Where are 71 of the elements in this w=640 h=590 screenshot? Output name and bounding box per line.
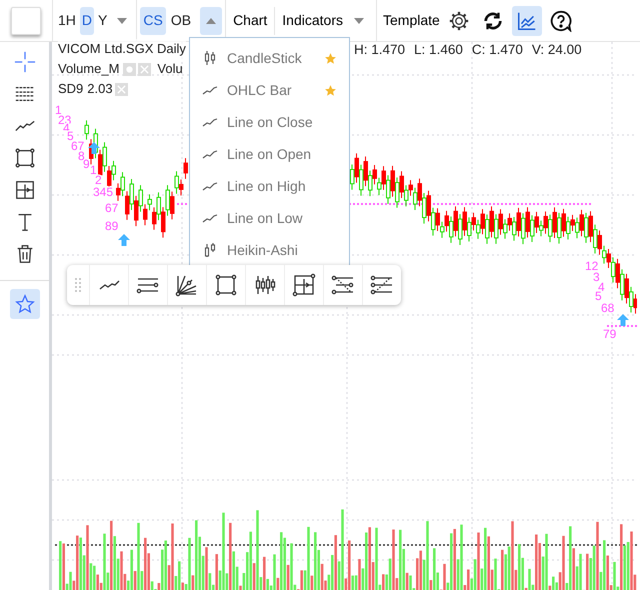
sequence-label: 89 [105, 219, 118, 233]
ohlc-value: C: 1.470 [472, 41, 523, 59]
caret-icon [354, 18, 364, 24]
sequence-label: 2 [95, 173, 102, 187]
interval-tab[interactable]: Y [96, 6, 110, 34]
refresh-icon [482, 10, 504, 32]
candles-icon [202, 50, 218, 66]
chart-type-menu-item[interactable]: Line on Open [190, 138, 349, 170]
menu-item-label: Line on Close [227, 112, 314, 132]
candles-icon [202, 242, 218, 258]
chart-type-menu-item[interactable]: OHLC Bar [190, 74, 349, 106]
indicators-button[interactable]: Indicators [282, 6, 343, 34]
buy-arrow-icon [118, 234, 130, 246]
mode-tab[interactable]: CS [140, 6, 166, 34]
sequence-label: 5 [67, 129, 74, 143]
sequence-label: 79 [603, 327, 616, 341]
buy-arrow-icon [617, 314, 629, 326]
rectangle-icon [14, 147, 36, 169]
favorites-button[interactable] [10, 289, 40, 319]
ohlc-value: H: 1.470 [354, 41, 406, 59]
sequence-label: 68 [601, 301, 614, 315]
fibonacci-icon [331, 273, 355, 297]
close-icon [140, 64, 150, 74]
sequence-label: 3 [593, 270, 600, 284]
ohlc-value: L: 1.460 [414, 41, 463, 59]
drag-handle-icon[interactable] [75, 278, 81, 292]
indicator-name: Volume_M [58, 60, 120, 78]
chart-type-menu-item[interactable]: Line on Low [190, 202, 349, 234]
crosshair-icon [14, 51, 36, 73]
menu-item-label: OHLC Bar [227, 80, 293, 100]
chart-type-menu-item[interactable]: Line on Close [190, 106, 349, 138]
indicator-name: Volu [157, 60, 183, 78]
fan-lines-icon [175, 273, 199, 297]
candles-icon [253, 273, 277, 297]
ohlc-value: V: 24.00 [532, 41, 582, 59]
chart-type-dropdown-button[interactable] [200, 6, 222, 34]
menu-item-label: Line on Low [227, 208, 304, 228]
sequence-label: 1 [55, 103, 62, 117]
sequence-label: 9 [83, 157, 90, 171]
rectangle-icon [214, 273, 238, 297]
fibonacci-icon [370, 273, 394, 297]
chart-type-menu-item[interactable]: CandleStick [190, 42, 349, 74]
sequence-label: 1 [90, 163, 97, 177]
chart-button[interactable] [512, 6, 542, 36]
sequence-label: 12 [585, 259, 598, 273]
menu-item-label: Heikin-Ashi [227, 240, 299, 260]
interval-tab[interactable]: 1H [56, 6, 78, 34]
indicator-name: SD9 [58, 80, 84, 98]
settings-icon [125, 64, 134, 74]
chart-type-menu-item[interactable]: Heikin-Ashi [190, 234, 349, 266]
help-icon [550, 10, 572, 32]
measure-icon [292, 273, 316, 297]
chart-button[interactable]: Chart [226, 6, 276, 34]
close-icon [116, 84, 126, 94]
caret-icon [206, 18, 216, 24]
caret-icon [117, 18, 128, 24]
settings-icon [448, 10, 470, 32]
sequence-label: 345 [93, 185, 114, 199]
menu-item-label: Line on Open [227, 144, 312, 164]
measure-icon [14, 179, 36, 201]
indicator-value: 2.03 [87, 80, 113, 98]
template-button[interactable]: Template [383, 6, 440, 34]
interval-tab[interactable]: D [80, 6, 94, 34]
menu-item-label: CandleStick [227, 48, 303, 68]
chart-type-menu-item[interactable]: Line on High [190, 170, 349, 202]
menu-item-label: Line on High [227, 176, 307, 196]
chart-title: VICOM Ltd.SGX Daily [58, 40, 186, 58]
buy-arrow-icon [88, 142, 100, 154]
sequence-label: 67 [105, 201, 118, 215]
mode-tab[interactable]: OB [168, 6, 194, 34]
star-icon [14, 294, 34, 314]
